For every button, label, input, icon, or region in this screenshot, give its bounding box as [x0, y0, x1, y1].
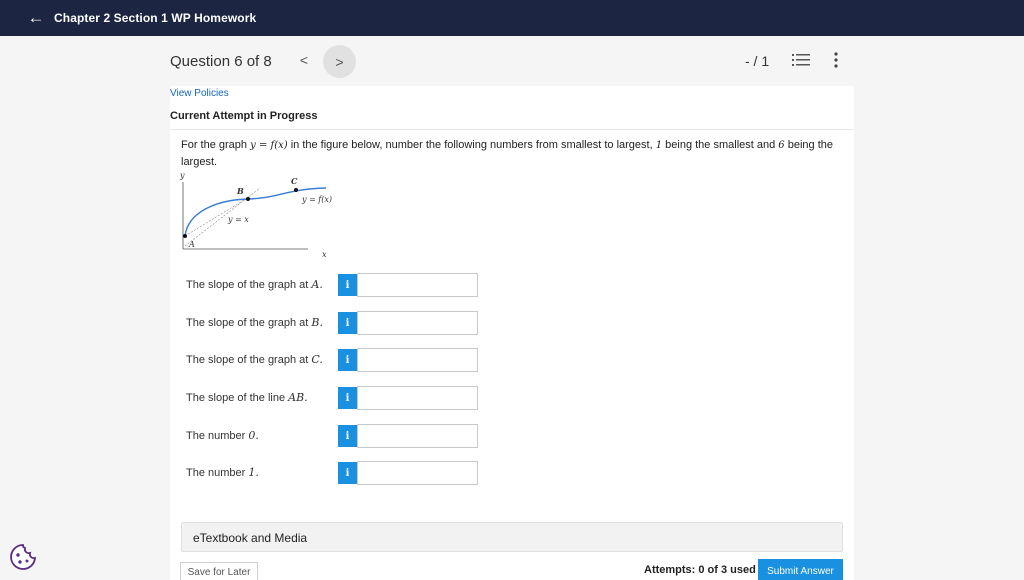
attempts-counter: Attempts: 0 of 3 used [644, 564, 756, 576]
rank-input-slope-b[interactable] [357, 311, 478, 335]
answer-label-text: The slope of the graph at [186, 279, 309, 291]
point-b-label: B [236, 186, 244, 196]
question-counter: Question 6 of 8 [170, 53, 272, 70]
top-bar: ← Chapter 2 Section 1 WP Homework [0, 0, 1024, 36]
answer-label-math: C. [311, 353, 323, 366]
rank-input-number-one[interactable] [357, 461, 478, 485]
question-card: View Policies Current Attempt in Progres… [170, 86, 854, 580]
info-button[interactable]: i [338, 349, 357, 371]
etextbook-media-panel[interactable]: eTextbook and Media [181, 522, 843, 552]
question-text-part: in the figure below, number the followin… [290, 139, 653, 151]
question-number-one: 1 [655, 140, 663, 151]
assignment-title: Chapter 2 Section 1 WP Homework [54, 11, 257, 25]
answer-label-text: The slope of the graph at [186, 317, 309, 329]
save-for-later-button[interactable]: Save for Later [180, 562, 258, 580]
answer-label: The slope of the graph at A. [186, 278, 323, 291]
arrow-left-icon[interactable]: ← [26, 8, 46, 28]
point-a-marker [183, 234, 187, 238]
more-options-icon[interactable] [828, 50, 844, 70]
submit-answer-button[interactable]: Submit Answer [758, 559, 843, 580]
identity-line-label: y = x [227, 215, 249, 224]
rank-input-slope-ab[interactable] [357, 386, 478, 410]
question-header: Question 6 of 8 < > - / 1 [0, 36, 1024, 86]
info-button[interactable]: i [338, 274, 357, 296]
x-axis-label: x [322, 250, 327, 259]
divider [170, 129, 854, 130]
attempt-status: Current Attempt in Progress [170, 110, 318, 122]
info-button[interactable]: i [338, 462, 357, 484]
answer-row-number-one: The number 1. i [186, 461, 486, 485]
answer-row-number-zero: The number 0. i [186, 424, 486, 448]
cookie-settings-icon[interactable] [8, 542, 38, 572]
rank-input-number-zero[interactable] [357, 424, 478, 448]
answer-label-text: The slope of the line [186, 392, 286, 404]
answer-label-math: 1. [248, 466, 259, 479]
answer-row-slope-b: The slope of the graph at B. i [186, 311, 486, 335]
rank-input-slope-c[interactable] [357, 348, 478, 372]
answer-label: The number 0. [186, 429, 259, 442]
question-number-six: 6 [778, 140, 785, 151]
previous-question-button[interactable]: < [293, 49, 315, 71]
question-score: - / 1 [745, 53, 770, 69]
answer-label-text: The slope of the graph at [186, 354, 309, 366]
point-c-marker [294, 188, 298, 192]
info-button[interactable]: i [338, 312, 357, 334]
info-button[interactable]: i [338, 387, 357, 409]
answer-label-math: AB. [288, 391, 308, 404]
question-equation: y = f(x) [250, 140, 288, 151]
answer-row-slope-ab: The slope of the line AB. i [186, 386, 486, 410]
answer-label-text: The number [186, 430, 246, 442]
question-text-part: being the smallest and [665, 139, 776, 151]
answer-label-text: The number [186, 467, 246, 479]
function-graph-figure: y x A B C y = f(x) y = x [179, 172, 332, 259]
answer-label-math: 0. [248, 429, 259, 442]
point-a-label: A [188, 240, 195, 249]
answer-label-math: A. [311, 278, 323, 291]
view-policies-link[interactable]: View Policies [170, 88, 229, 99]
curve-label: y = f(x) [301, 195, 332, 204]
info-button[interactable]: i [338, 425, 357, 447]
answer-row-slope-c: The slope of the graph at C. i [186, 348, 486, 372]
rank-input-slope-a[interactable] [357, 273, 478, 297]
question-text-part: For the graph [181, 139, 248, 151]
answer-label: The slope of the graph at B. [186, 316, 323, 329]
answer-label: The number 1. [186, 466, 259, 479]
answer-row-slope-a: The slope of the graph at A. i [186, 273, 486, 297]
answer-label: The slope of the graph at C. [186, 353, 323, 366]
y-axis-label: y [179, 172, 185, 180]
answer-label-math: B. [311, 316, 323, 329]
point-b-marker [246, 197, 250, 201]
answer-label: The slope of the line AB. [186, 391, 308, 404]
next-question-button[interactable]: > [323, 45, 356, 78]
question-list-icon[interactable] [792, 52, 810, 68]
point-c-label: C [291, 176, 298, 186]
question-text: For the graph y = f(x) in the figure bel… [181, 137, 841, 170]
